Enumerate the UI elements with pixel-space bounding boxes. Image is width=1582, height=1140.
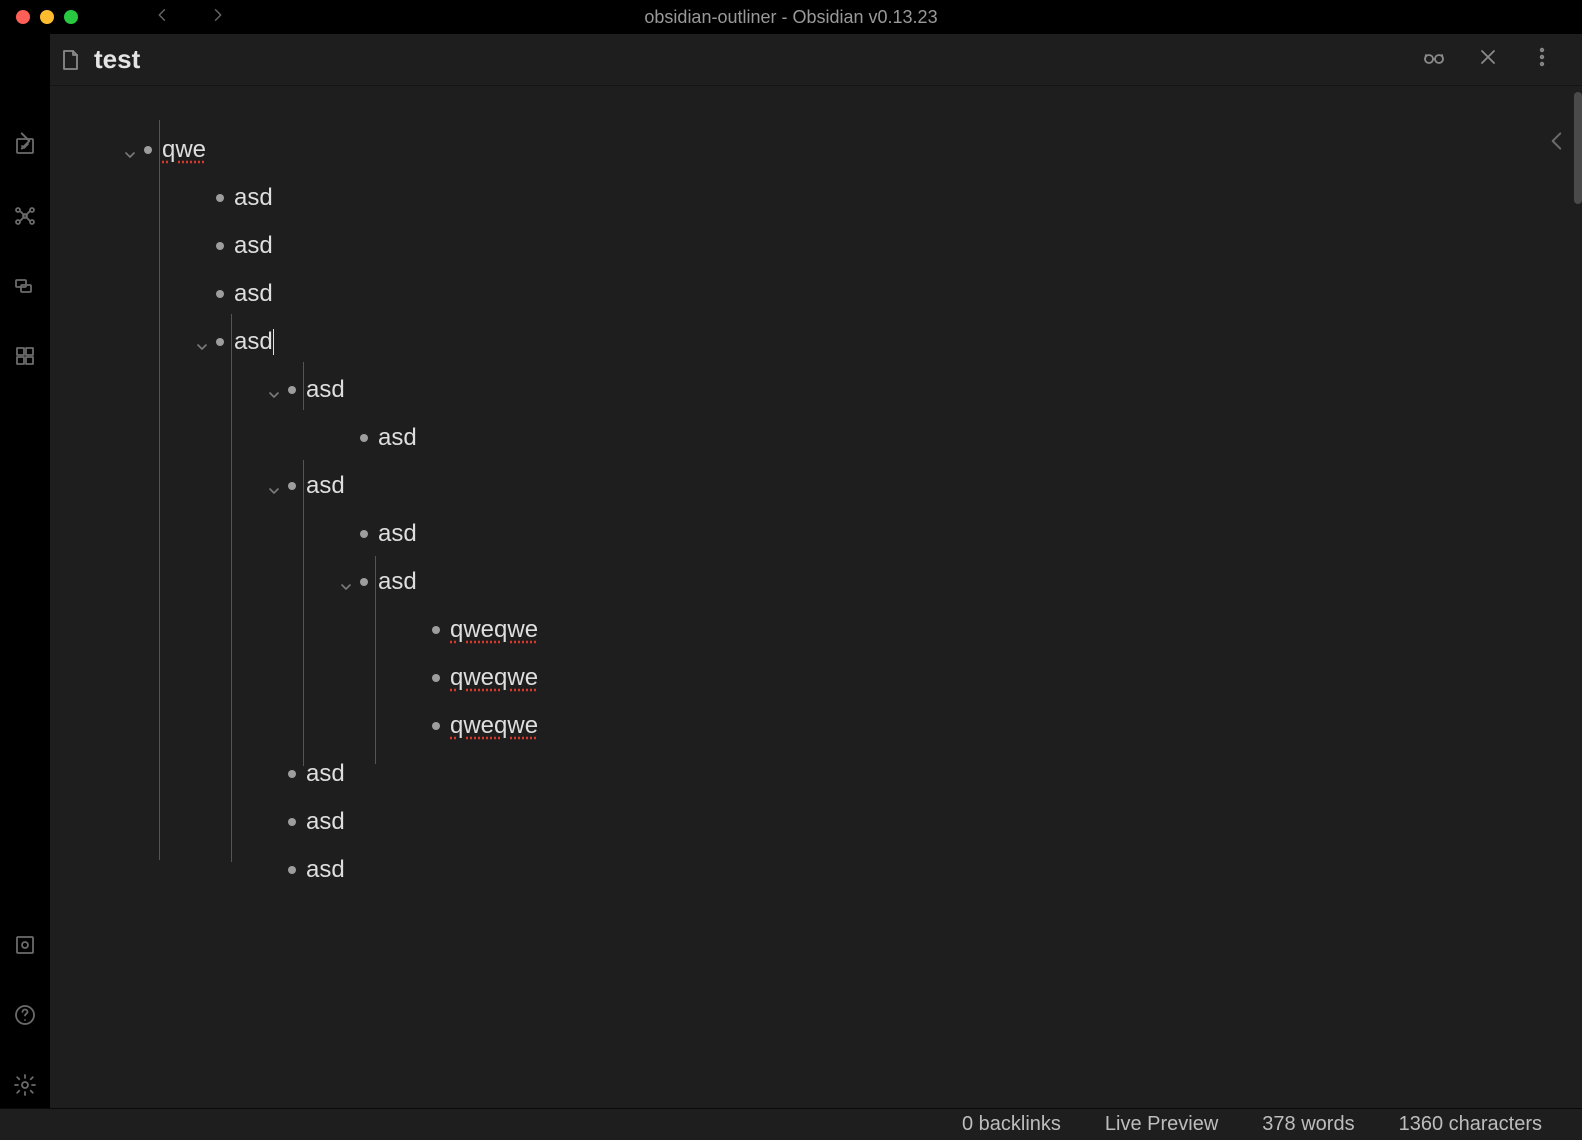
fold-toggle-icon[interactable]: [266, 478, 282, 494]
outline-item[interactable]: asd: [80, 462, 1552, 510]
more-options-icon[interactable]: [1530, 45, 1554, 74]
daily-notes-icon[interactable]: [13, 344, 37, 368]
reading-mode-icon[interactable]: [1422, 45, 1446, 74]
bullet-icon: [216, 242, 224, 250]
bullet-icon: [288, 482, 296, 490]
bullet-icon: [288, 770, 296, 778]
close-tab-icon[interactable]: [1476, 45, 1500, 74]
outline-item[interactable]: qweqwe: [80, 702, 1552, 750]
bullet-icon: [216, 290, 224, 298]
outline-item[interactable]: asd: [80, 174, 1552, 222]
outline-item[interactable]: qwe: [80, 126, 1552, 174]
outline-item-text[interactable]: asd: [234, 232, 273, 260]
outline-item-text[interactable]: qweqwe: [450, 664, 538, 692]
outline-item-text[interactable]: qweqwe: [450, 616, 538, 644]
back-button[interactable]: [154, 6, 172, 29]
outline-item-text[interactable]: qweqwe: [450, 712, 538, 740]
outline-item-text[interactable]: asd: [306, 760, 345, 788]
expand-left-sidebar-icon[interactable]: [12, 128, 38, 154]
main-pane: test qweasdasdasdasdasdasdasdasdasdqweqw…: [50, 34, 1582, 1108]
history-nav: [154, 6, 226, 29]
canvas-icon[interactable]: [13, 274, 37, 298]
file-icon: [58, 48, 82, 72]
fold-toggle-icon[interactable]: [266, 382, 282, 398]
outline-item[interactable]: asd: [80, 750, 1552, 798]
outline-item[interactable]: asd: [80, 414, 1552, 462]
outline-item-text[interactable]: asd: [378, 424, 417, 452]
outline-item[interactable]: asd: [80, 510, 1552, 558]
titlebar: obsidian-outliner - Obsidian v0.13.23: [0, 0, 1582, 34]
outline-item-text[interactable]: asd: [234, 280, 273, 308]
outline-item[interactable]: asd: [80, 366, 1552, 414]
bullet-icon: [432, 674, 440, 682]
outline-item[interactable]: asd: [80, 558, 1552, 606]
outline-item-text[interactable]: asd: [306, 808, 345, 836]
text-caret: [273, 329, 275, 355]
bullet-icon: [360, 530, 368, 538]
fold-toggle-icon[interactable]: [122, 142, 138, 158]
outline-item-text[interactable]: asd: [378, 568, 417, 596]
help-icon[interactable]: [13, 1003, 37, 1027]
outline-item-text[interactable]: qwe: [162, 136, 206, 164]
status-characters: 1360 characters: [1399, 1113, 1542, 1136]
graph-view-icon[interactable]: [13, 204, 37, 228]
bullet-icon: [360, 578, 368, 586]
status-backlinks[interactable]: 0 backlinks: [962, 1113, 1061, 1136]
editor-body[interactable]: qweasdasdasdasdasdasdasdasdasdqweqweqweq…: [50, 86, 1582, 1108]
status-words: 378 words: [1262, 1113, 1354, 1136]
vault-icon[interactable]: [13, 933, 37, 957]
fold-toggle-icon[interactable]: [194, 334, 210, 350]
forward-button[interactable]: [208, 6, 226, 29]
status-mode[interactable]: Live Preview: [1105, 1113, 1218, 1136]
outline-item-text[interactable]: asd: [378, 520, 417, 548]
minimize-window-button[interactable]: [40, 10, 54, 24]
fold-toggle-icon[interactable]: [338, 574, 354, 590]
bullet-icon: [432, 626, 440, 634]
bullet-icon: [144, 146, 152, 154]
bullet-icon: [216, 194, 224, 202]
outline-item[interactable]: asd: [80, 270, 1552, 318]
status-bar: 0 backlinks Live Preview 378 words 1360 …: [0, 1108, 1582, 1140]
tab-actions: [1422, 45, 1554, 74]
outline-item-text[interactable]: asd: [306, 856, 345, 884]
outline-item-text[interactable]: asd: [234, 328, 273, 356]
outline-item-text[interactable]: asd: [234, 184, 273, 212]
bullet-icon: [288, 818, 296, 826]
bullet-icon: [288, 386, 296, 394]
outline-item[interactable]: asd: [80, 846, 1552, 894]
bullet-icon: [216, 338, 224, 346]
settings-icon[interactable]: [13, 1073, 37, 1097]
outline-item[interactable]: qweqwe: [80, 606, 1552, 654]
outline-item-text[interactable]: asd: [306, 376, 345, 404]
outline-item[interactable]: asd: [80, 318, 1552, 366]
bullet-icon: [288, 866, 296, 874]
scrollbar-thumb[interactable]: [1574, 92, 1582, 204]
left-ribbon-bottom: [0, 933, 50, 1105]
tab-title: test: [94, 44, 140, 75]
window-controls: [0, 10, 78, 24]
maximize-window-button[interactable]: [64, 10, 78, 24]
bullet-icon: [360, 434, 368, 442]
outline-item[interactable]: asd: [80, 798, 1552, 846]
bullet-icon: [432, 722, 440, 730]
window-title: obsidian-outliner - Obsidian v0.13.23: [0, 7, 1582, 28]
tab-header: test: [50, 34, 1582, 86]
outline-item[interactable]: qweqwe: [80, 654, 1552, 702]
close-window-button[interactable]: [16, 10, 30, 24]
outline-item-text[interactable]: asd: [306, 472, 345, 500]
workspace: test qweasdasdasdasdasdasdasdasdasdqweqw…: [0, 34, 1582, 1108]
outline-item[interactable]: asd: [80, 222, 1552, 270]
